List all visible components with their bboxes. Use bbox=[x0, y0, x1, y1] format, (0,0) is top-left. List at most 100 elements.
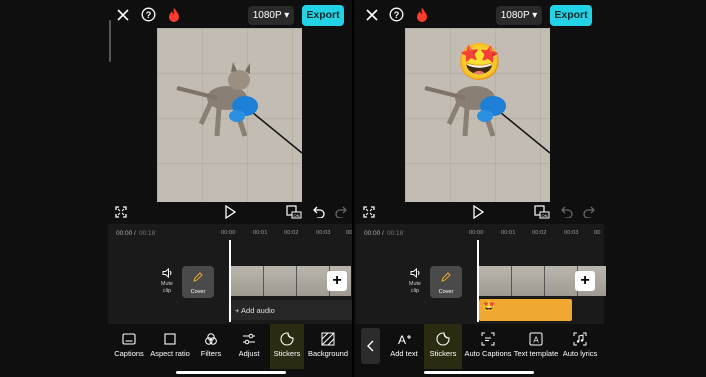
tool-adjust[interactable]: Adjust bbox=[232, 324, 266, 369]
stickers-icon bbox=[436, 332, 450, 346]
tick-label: 00:00 bbox=[469, 230, 484, 236]
sticker-thumbnail: 🤩 bbox=[482, 301, 496, 313]
edit-pencil-icon bbox=[441, 272, 451, 282]
scroll-indicator bbox=[109, 20, 111, 62]
mute-clip-label[interactable]: Mute clip bbox=[405, 281, 425, 295]
export-button[interactable]: Export bbox=[302, 5, 344, 26]
video-preview[interactable] bbox=[157, 28, 302, 202]
sticker-track-clip[interactable]: 🤩 bbox=[479, 299, 572, 321]
tool-label: Background bbox=[307, 349, 349, 358]
tool-background[interactable]: Background bbox=[306, 324, 350, 369]
chevron-left-icon bbox=[367, 340, 374, 352]
tool-filters[interactable]: Filters bbox=[194, 324, 228, 369]
current-time: 00:00 bbox=[116, 230, 133, 237]
svg-text:ON: ON bbox=[542, 213, 548, 218]
cover-button[interactable]: Cover bbox=[182, 266, 214, 298]
tick-label: 00:01 bbox=[501, 230, 516, 236]
resolution-selector[interactable]: 1080P ▾ bbox=[248, 6, 294, 25]
play-icon[interactable] bbox=[224, 205, 236, 219]
left-editor-panel: ? 1080P ▾ Export ON 00:00 / 00:18 00:00 … bbox=[0, 0, 352, 377]
auto-captions-icon bbox=[481, 332, 495, 346]
timecode-bar: 00:00 / 00:18 00:00 00:01 00:02 00:03 00 bbox=[354, 224, 706, 244]
clip-thumbnail bbox=[479, 266, 512, 296]
back-button[interactable] bbox=[361, 328, 380, 364]
mute-clip-label[interactable]: Mute clip bbox=[157, 281, 177, 295]
video-preview[interactable]: 🤩 bbox=[405, 28, 550, 202]
speaker-icon[interactable] bbox=[162, 268, 173, 278]
tool-captions[interactable]: Captions bbox=[112, 324, 146, 369]
tool-auto-captions[interactable]: Auto Captions bbox=[464, 324, 512, 369]
tool-stickers[interactable]: Stickers bbox=[270, 324, 304, 369]
speaker-icon[interactable] bbox=[410, 268, 421, 278]
close-icon[interactable] bbox=[116, 8, 130, 22]
play-icon[interactable] bbox=[472, 205, 484, 219]
clip-thumbnail bbox=[297, 266, 330, 296]
help-icon[interactable]: ? bbox=[389, 7, 404, 22]
tool-label: Captions bbox=[114, 349, 144, 358]
cover-button[interactable]: Cover bbox=[430, 266, 462, 298]
svg-text:ON: ON bbox=[294, 213, 300, 218]
add-audio-track[interactable]: + Add audio bbox=[231, 300, 352, 320]
keyframe-toggle-icon[interactable]: ON bbox=[286, 205, 302, 219]
playhead[interactable] bbox=[477, 240, 479, 322]
background-icon bbox=[321, 332, 335, 346]
tick-label: 00:01 bbox=[253, 230, 268, 236]
tool-text-template[interactable]: A Text template bbox=[512, 324, 560, 369]
filters-icon bbox=[205, 333, 217, 345]
tick-label: 00:02 bbox=[284, 230, 299, 236]
auto-lyrics-icon bbox=[573, 332, 587, 346]
clip-thumbnail bbox=[231, 266, 264, 296]
timecode-bar: 00:00 / 00:18 00:00 00:01 00:02 00:03 00 bbox=[0, 224, 352, 244]
tool-label: Adjust bbox=[238, 349, 260, 358]
bottom-toolbar: Captions Aspect ratio Filters Adjust Sti… bbox=[0, 324, 352, 369]
undo-icon[interactable] bbox=[560, 205, 573, 218]
star-struck-sticker[interactable]: 🤩 bbox=[457, 42, 502, 82]
time-separator: / bbox=[382, 230, 384, 237]
fullscreen-icon[interactable] bbox=[363, 206, 375, 218]
home-indicator bbox=[176, 371, 286, 374]
tool-auto-lyrics[interactable]: Auto lyrics bbox=[560, 324, 600, 369]
clip-thumbnail bbox=[545, 266, 578, 296]
flame-icon[interactable] bbox=[416, 7, 428, 22]
tool-stickers[interactable]: Stickers bbox=[424, 324, 462, 369]
close-icon[interactable] bbox=[365, 8, 379, 22]
video-frame-image bbox=[157, 28, 302, 202]
tool-aspect-ratio[interactable]: Aspect ratio bbox=[148, 324, 192, 369]
tool-label: Stickers bbox=[273, 349, 301, 358]
tool-label: Stickers bbox=[429, 349, 457, 358]
tick-label: 00 bbox=[346, 230, 352, 236]
svg-text:?: ? bbox=[394, 10, 400, 20]
add-clip-button[interactable]: + bbox=[327, 271, 347, 291]
playhead[interactable] bbox=[229, 240, 231, 322]
total-time: 00:18 bbox=[139, 230, 156, 237]
tool-label: Filters bbox=[200, 349, 222, 358]
tool-add-text[interactable]: A Add text bbox=[386, 324, 422, 369]
redo-icon[interactable] bbox=[583, 205, 596, 218]
tool-label: Auto lyrics bbox=[562, 349, 598, 358]
redo-icon[interactable] bbox=[335, 205, 348, 218]
help-icon[interactable]: ? bbox=[141, 7, 156, 22]
svg-text:A: A bbox=[533, 336, 539, 345]
add-clip-button[interactable]: + bbox=[575, 271, 595, 291]
adjust-icon bbox=[243, 333, 255, 345]
tick-label: 00:03 bbox=[564, 230, 579, 236]
svg-text:?: ? bbox=[146, 10, 152, 20]
export-button[interactable]: Export bbox=[550, 5, 592, 26]
cover-label: Cover bbox=[438, 289, 454, 295]
flame-icon[interactable] bbox=[168, 7, 180, 22]
edit-pencil-icon bbox=[193, 272, 203, 282]
resolution-label: 1080P bbox=[252, 10, 282, 21]
clip-thumbnail bbox=[264, 266, 297, 296]
current-time: 00:00 bbox=[364, 230, 381, 237]
resolution-selector[interactable]: 1080P ▾ bbox=[496, 6, 542, 25]
svg-text:A: A bbox=[398, 333, 406, 346]
resolution-label: 1080P bbox=[500, 10, 530, 21]
keyframe-toggle-icon[interactable]: ON bbox=[534, 205, 550, 219]
fullscreen-icon[interactable] bbox=[115, 206, 127, 218]
tick-label: 00:03 bbox=[316, 230, 331, 236]
stickers-icon bbox=[280, 332, 294, 346]
bottom-toolbar: A Add text Stickers Auto Captions A Text… bbox=[354, 324, 706, 369]
add-audio-label: + Add audio bbox=[235, 306, 275, 315]
undo-icon[interactable] bbox=[312, 205, 325, 218]
tool-label: Aspect ratio bbox=[150, 349, 190, 358]
